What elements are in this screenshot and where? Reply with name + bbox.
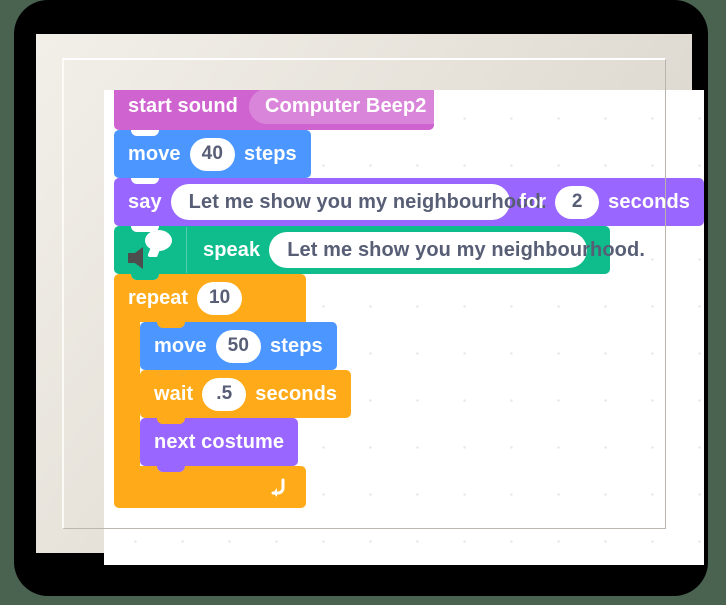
picture-frame: start sound Computer Beep2 move 40 steps… xyxy=(36,34,704,565)
seconds-label: seconds xyxy=(608,191,690,213)
speaker-icon xyxy=(128,247,143,269)
steps-label: steps xyxy=(244,143,297,165)
wait-label: wait xyxy=(154,383,194,405)
repeat-times-input[interactable]: 10 xyxy=(197,281,243,315)
text-to-speech-icon xyxy=(128,230,172,270)
speech-bubble-icon xyxy=(145,230,172,251)
block-say-for-seconds[interactable]: say Let me show you my neighbourhood. fo… xyxy=(114,178,704,232)
screenshot-root: start sound Computer Beep2 move 40 steps… xyxy=(0,0,726,605)
for-label: for xyxy=(519,191,547,213)
say-seconds-input[interactable]: 2 xyxy=(555,185,600,219)
block-move-steps-inner[interactable]: move 50 steps xyxy=(140,322,337,376)
block-script-stack[interactable]: start sound Computer Beep2 move 40 steps… xyxy=(114,90,704,508)
move-label: move xyxy=(128,143,181,165)
scratch-code-workspace[interactable]: start sound Computer Beep2 move 40 steps… xyxy=(104,90,704,565)
block-speak[interactable]: speak Let me show you my neighbourhood. xyxy=(114,226,645,280)
wait-seconds-input[interactable]: .5 xyxy=(202,377,247,411)
speak-message-input[interactable]: Let me show you my neighbourhood. xyxy=(269,232,645,268)
block-start-sound[interactable]: start sound Computer Beep2 xyxy=(114,90,466,136)
say-message-input[interactable]: Let me show you my neighbourhood. xyxy=(170,184,546,220)
start-sound-label: start sound xyxy=(128,95,238,117)
move-steps-input-inner[interactable]: 50 xyxy=(215,329,261,363)
repeat-footer xyxy=(114,466,306,508)
move-label-inner: move xyxy=(154,335,207,357)
next-costume-label: next costume xyxy=(154,431,285,453)
repeat-label: repeat xyxy=(128,287,189,309)
chevron-down-icon xyxy=(437,102,450,110)
sound-dropdown[interactable]: Computer Beep2 xyxy=(249,90,466,124)
repeat-left-spine xyxy=(114,322,140,466)
speak-label: speak xyxy=(203,239,261,261)
steps-label-inner: steps xyxy=(270,335,323,357)
block-next-costume[interactable]: next costume xyxy=(140,418,299,472)
repeat-inner-stack[interactable]: move 50 steps wait .5 seconds next costu… xyxy=(140,322,352,472)
wait-seconds-label: seconds xyxy=(255,383,338,405)
extension-divider xyxy=(186,227,187,273)
loop-arrow-icon xyxy=(266,476,288,498)
sound-dropdown-value: Computer Beep2 xyxy=(265,94,427,117)
say-label: say xyxy=(128,191,162,213)
move-steps-input[interactable]: 40 xyxy=(189,137,235,171)
block-repeat-loop[interactable]: repeat 10 move 50 steps wait .5 seconds … xyxy=(114,274,352,508)
block-wait-seconds[interactable]: wait .5 seconds xyxy=(140,370,352,424)
repeat-body: move 50 steps wait .5 seconds next costu… xyxy=(114,322,352,472)
block-move-steps[interactable]: move 40 steps xyxy=(114,130,311,184)
repeat-header[interactable]: repeat 10 xyxy=(114,274,306,322)
